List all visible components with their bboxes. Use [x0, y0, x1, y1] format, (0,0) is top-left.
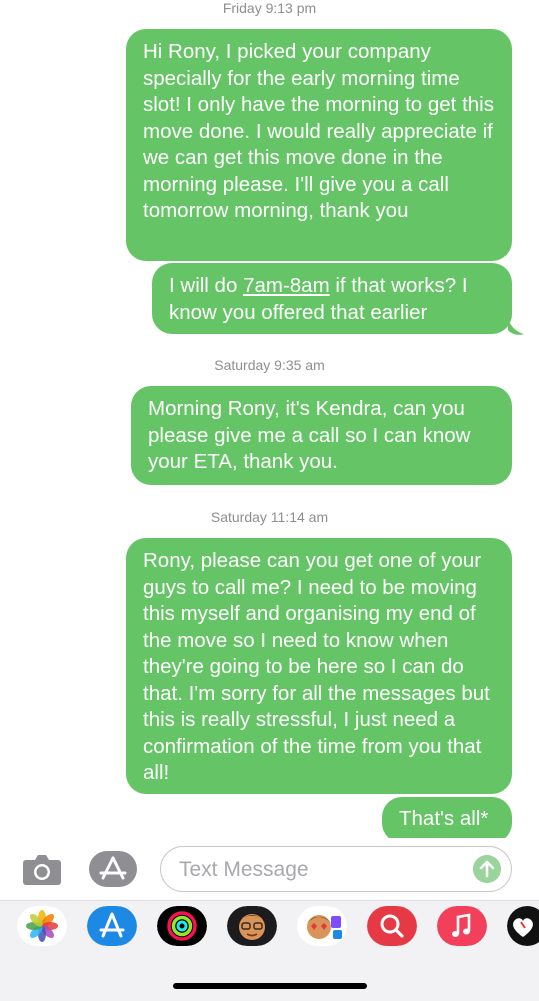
heart-app-icon[interactable] [507, 906, 539, 946]
bubble-tail [508, 318, 524, 335]
app-store-button[interactable] [89, 851, 137, 887]
text-message-input[interactable] [177, 855, 461, 885]
timestamp-saturday-morning: Saturday 9:35 am [214, 357, 325, 373]
home-indicator[interactable] [173, 983, 367, 989]
timestamp-saturday-late-morning: Saturday 11:14 am [210, 509, 329, 525]
message-bubble-sent[interactable]: Hi Rony, I picked your company specially… [126, 29, 512, 261]
send-arrow-icon[interactable] [473, 855, 501, 883]
camera-icon[interactable] [22, 852, 62, 886]
message-text: I will do [169, 274, 244, 297]
photos-icon[interactable] [17, 906, 67, 946]
message-bubble-sent[interactable]: I will do 7am-8am if that works? I know … [152, 263, 512, 334]
memoji-icon[interactable] [227, 906, 277, 946]
message-bubble-sent[interactable]: Morning Rony, it's Kendra, can you pleas… [131, 386, 512, 485]
message-bubble-sent[interactable]: That's all* [382, 797, 512, 843]
text-message-field[interactable] [160, 846, 512, 892]
app-store-icon[interactable] [87, 906, 137, 946]
time-link[interactable]: 7am-8am [243, 274, 330, 297]
timestamp-friday: Friday 9:13 pm [222, 0, 317, 16]
memoji-stickers-icon[interactable] [297, 906, 347, 946]
music-icon[interactable] [437, 906, 487, 946]
activity-icon[interactable] [157, 906, 207, 946]
search-images-icon[interactable] [367, 906, 417, 946]
message-bubble-sent[interactable]: Rony, please can you get one of your guy… [126, 538, 512, 794]
